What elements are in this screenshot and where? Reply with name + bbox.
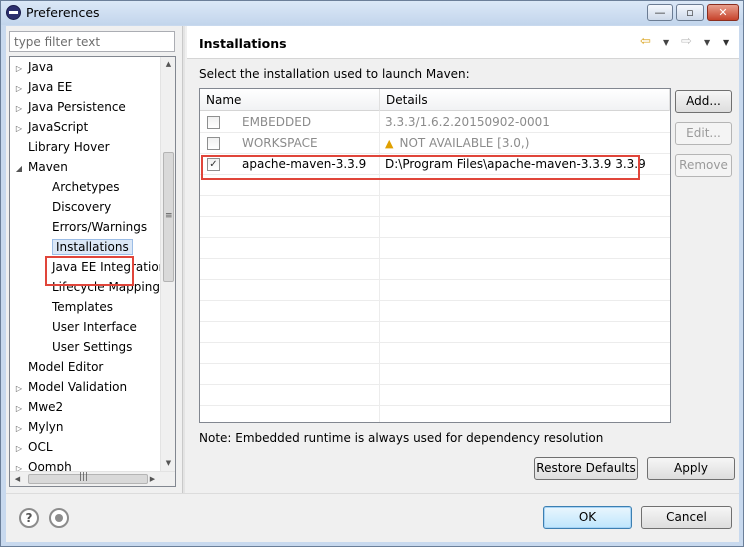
tree-item-label: Model Validation (28, 380, 128, 394)
ok-button[interactable]: OK (543, 506, 632, 529)
tree-item[interactable]: ▷ Model Validation (14, 377, 127, 397)
chevron-right-icon[interactable]: ▷ (14, 119, 24, 139)
tree-item-label: Java EE (28, 80, 73, 94)
edit-button[interactable]: Edit... (675, 122, 732, 145)
maximize-button[interactable]: ▫ (676, 4, 704, 21)
tree-item[interactable]: ▷ Mwe2 (14, 397, 63, 417)
tree-item-label: Installations (52, 239, 133, 255)
arrow-right-icon[interactable]: ⇨ (681, 34, 692, 49)
tree-item[interactable]: ▷ Java EE (14, 77, 72, 97)
installation-name: WORKSPACE (242, 136, 318, 150)
instruction-label: Select the installation used to launch M… (199, 67, 470, 81)
remove-button[interactable]: Remove (675, 154, 732, 177)
note-label: Note: Embedded runtime is always used fo… (199, 431, 604, 445)
tree-item-label: JavaScript (28, 120, 89, 134)
selected-installation-highlight-box (201, 155, 640, 180)
installations-table[interactable]: Name Details EMBEDDED 3.3.3/1.6.2.2015090… (199, 88, 671, 423)
installation-details: 3.3.3/1.6.2.20150902-0001 (385, 112, 550, 133)
scroll-thumb[interactable]: ≡ (163, 152, 174, 282)
tree-item[interactable]: User Interface (52, 317, 137, 337)
dialog-client: type filter text ▷ Java ▷ Java EE ▷ Java Pers… (6, 26, 739, 542)
page-title: Installations (199, 36, 287, 51)
preference-tree[interactable]: ▷ Java ▷ Java EE ▷ Java Persistence ▷ JavaScrip… (9, 56, 176, 487)
installation-details-text: NOT AVAILABLE [3.0,) (399, 136, 530, 150)
tree-item[interactable]: ▷ OCL (14, 437, 53, 457)
table-row[interactable]: WORKSPACE ▲ NOT AVAILABLE [3.0,) (200, 133, 670, 154)
tree-item[interactable]: Model Editor (14, 357, 103, 377)
installation-details-text: 3.3.3/1.6.2.20150902-0001 (385, 115, 550, 129)
chevron-right-icon[interactable]: ▷ (14, 59, 24, 79)
tree-item-label: OCL (28, 440, 53, 454)
filter-input[interactable]: type filter text (9, 31, 175, 52)
chevron-down-icon[interactable]: ▼ (704, 38, 710, 47)
tree-item[interactable]: ◢ Maven (14, 157, 68, 177)
cancel-button[interactable]: Cancel (641, 506, 732, 529)
tree-item-label: Model Editor (28, 360, 104, 374)
apply-button[interactable]: Apply (647, 457, 735, 480)
tree-item[interactable]: ▷ Mylyn (14, 417, 64, 437)
warning-icon: ▲ (385, 137, 394, 150)
column-header-details[interactable]: Details (380, 89, 670, 111)
view-menu-icon[interactable]: ▼ (723, 38, 729, 47)
tree-item-label: Discovery (52, 200, 112, 214)
tree-item-label: Mwe2 (28, 400, 64, 414)
tree-item[interactable]: ▷ Java (14, 57, 53, 77)
tree-horizontal-scrollbar[interactable]: ◀ ||| ▶ (10, 471, 175, 486)
tree-item-label: User Interface (52, 320, 137, 334)
chevron-right-icon[interactable]: ▷ (14, 399, 24, 419)
scroll-up-icon[interactable]: ▲ (161, 57, 175, 72)
chevron-right-icon[interactable]: ▷ (14, 79, 24, 99)
chevron-right-icon[interactable]: ▷ (14, 439, 24, 459)
tree-item[interactable]: Library Hover (14, 137, 110, 157)
scroll-right-icon[interactable]: ▶ (145, 472, 160, 486)
tree-item[interactable]: ▷ JavaScript (14, 117, 88, 137)
add-button[interactable]: Add... (675, 90, 732, 113)
chevron-right-icon[interactable]: ▷ (14, 379, 24, 399)
arrow-left-icon[interactable]: ⇦ (640, 34, 651, 49)
chevron-down-icon[interactable]: ▼ (663, 38, 669, 47)
title-bar[interactable]: Preferences — ▫ ✕ (1, 1, 743, 25)
installation-checkbox[interactable] (207, 116, 220, 129)
table-row[interactable]: EMBEDDED 3.3.3/1.6.2.20150902-0001 (200, 112, 670, 133)
installation-details: ▲ NOT AVAILABLE [3.0,) (385, 133, 529, 154)
tree-item[interactable]: Installations (52, 237, 133, 257)
page-header: Installations ⇦ ▼ ⇨ ▼ ▼ (187, 26, 739, 59)
tree-item[interactable]: User Settings (52, 337, 132, 357)
panel-sash[interactable] (182, 26, 185, 493)
window-title: Preferences (26, 5, 100, 20)
tree-item[interactable]: Archetypes (52, 177, 120, 197)
preferences-window: Preferences — ▫ ✕ type filter text ▷ Java… (0, 0, 744, 547)
hscroll-thumb[interactable]: ||| (28, 472, 148, 484)
close-button[interactable]: ✕ (707, 4, 739, 21)
scroll-left-icon[interactable]: ◀ (10, 472, 25, 486)
installations-highlight-box (45, 256, 134, 286)
tree-item-label: Mylyn (28, 420, 64, 434)
tree-item-label: Templates (52, 300, 114, 314)
tree-item-label: Maven (28, 160, 68, 174)
record-icon[interactable] (49, 508, 69, 528)
help-icon[interactable]: ? (19, 508, 39, 528)
tree-item-label: Java Persistence (28, 100, 126, 114)
restore-defaults-button[interactable]: Restore Defaults (534, 457, 638, 480)
installation-name: EMBEDDED (242, 115, 312, 129)
installation-checkbox[interactable] (207, 137, 220, 150)
chevron-down-icon[interactable]: ◢ (14, 159, 24, 179)
minimize-button[interactable]: — (647, 4, 673, 21)
tree-item-label: Errors/Warnings (52, 220, 148, 234)
scroll-down-icon[interactable]: ▼ (161, 456, 175, 471)
tree-item-label: Archetypes (52, 180, 120, 194)
tree-vertical-scrollbar[interactable]: ▲ ≡ ▼ (160, 57, 175, 471)
tree-item[interactable]: Errors/Warnings (52, 217, 147, 237)
chevron-right-icon[interactable]: ▷ (14, 99, 24, 119)
tree-item-label: User Settings (52, 340, 133, 354)
tree-item[interactable]: ▷ Java Persistence (14, 97, 126, 117)
eclipse-icon (6, 5, 21, 20)
tree-item-label: Library Hover (28, 140, 110, 154)
tree-item-label: Java (28, 60, 54, 74)
column-header-name[interactable]: Name (200, 89, 380, 111)
table-header: Name Details (200, 89, 670, 111)
tree-item[interactable]: Templates (52, 297, 113, 317)
chevron-right-icon[interactable]: ▷ (14, 419, 24, 439)
tree-item[interactable]: Discovery (52, 197, 111, 217)
